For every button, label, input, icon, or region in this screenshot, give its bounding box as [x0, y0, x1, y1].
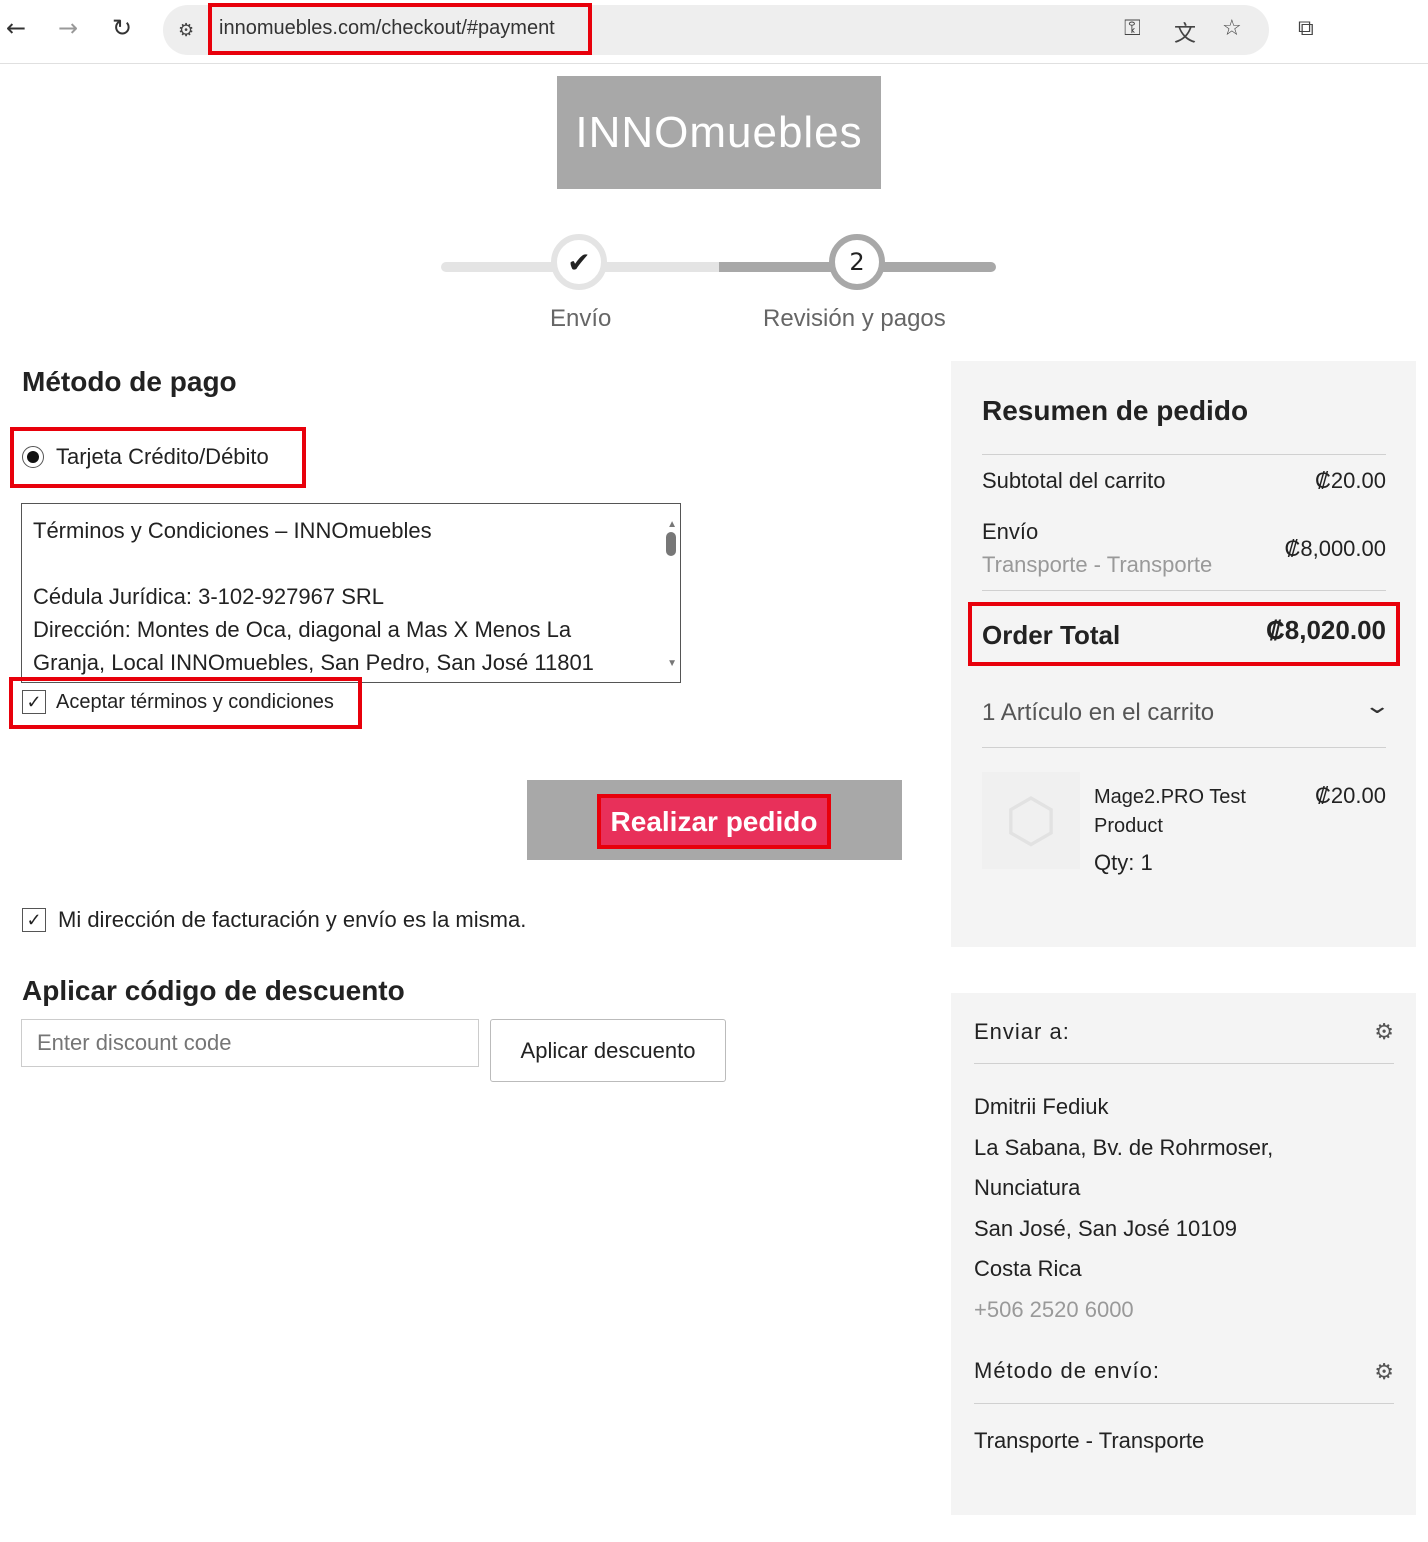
- highlight-box: [9, 677, 362, 729]
- subtotal-label: Subtotal del carrito: [982, 468, 1166, 493]
- discount-title: Aplicar código de descuento: [22, 975, 405, 1006]
- step-label-review: Revisión y pagos: [763, 305, 946, 332]
- ship-to-panel: Enviar a: ⚙ Dmitrii Fediuk La Sabana, Bv.…: [951, 993, 1416, 1515]
- gear-icon[interactable]: ⚙: [1374, 1019, 1394, 1045]
- discount-code-input[interactable]: [21, 1019, 479, 1067]
- scroll-up-icon[interactable]: ▲: [667, 508, 677, 541]
- shipping-method-value: Transporte - Transporte: [974, 1428, 1205, 1453]
- scroll-down-icon[interactable]: ▼: [667, 647, 677, 680]
- order-summary: Resumen de pedido Subtotal del carrito ₡…: [951, 361, 1416, 947]
- product-qty: Qty: 1: [1094, 850, 1153, 875]
- back-icon[interactable]: ←: [6, 14, 26, 42]
- chevron-down-icon[interactable]: ⌄: [1363, 693, 1391, 719]
- checkbox-checked-icon[interactable]: ✓: [22, 908, 46, 932]
- payment-title: Método de pago: [22, 366, 237, 397]
- highlight-box: [10, 427, 306, 488]
- product-price: ₡20.00: [1315, 783, 1386, 808]
- step-label-shipping[interactable]: Envío: [550, 305, 611, 333]
- terms-box[interactable]: Términos y Condiciones – INNOmuebles Céd…: [21, 503, 681, 683]
- subtotal-value: ₡20.00: [1315, 468, 1386, 493]
- gear-icon[interactable]: ⚙: [1374, 1359, 1394, 1385]
- product-image-placeholder-icon: ⬡: [982, 772, 1080, 869]
- shipping-method: Transporte - Transporte: [982, 552, 1213, 577]
- step-check-icon: ✔: [551, 234, 607, 290]
- ship-to-title: Enviar a:: [974, 1019, 1070, 1044]
- forward-icon[interactable]: →: [58, 14, 78, 42]
- ship-address: Dmitrii Fediuk La Sabana, Bv. de Rohrmose…: [974, 1087, 1273, 1330]
- highlight-box: [968, 602, 1400, 666]
- shipping-value: ₡8,000.00: [1284, 536, 1386, 561]
- highlight-box: [208, 3, 592, 55]
- step-number: 2: [829, 234, 885, 290]
- phone[interactable]: +506 2520 6000: [974, 1290, 1273, 1331]
- product-name: Mage2.PRO Test Product: [1094, 786, 1246, 837]
- apply-discount-button[interactable]: Aplicar descuento: [490, 1019, 726, 1082]
- place-order-label[interactable]: Realizar pedido: [597, 794, 831, 849]
- translate-icon[interactable]: 文: [1174, 16, 1196, 48]
- browser-toolbar: ← → ↻ ⚙ innomuebles.com/checkout/#paymen…: [0, 0, 1428, 64]
- same-address-checkbox[interactable]: ✓ Mi dirección de facturación y envío es…: [22, 907, 526, 933]
- cart-items-toggle[interactable]: 1 Artículo en el carrito: [982, 699, 1214, 727]
- shipping-label: Envío: [982, 519, 1039, 544]
- extensions-icon[interactable]: ⧉: [1298, 16, 1314, 41]
- site-settings-icon[interactable]: ⚙: [178, 20, 194, 41]
- password-key-icon[interactable]: ⚿: [1124, 16, 1141, 41]
- shipping-method-title: Método de envío:: [974, 1358, 1161, 1383]
- reload-icon[interactable]: ↻: [112, 14, 132, 42]
- logo[interactable]: INNOmuebles: [557, 76, 881, 189]
- bookmark-star-icon[interactable]: ☆: [1222, 16, 1242, 41]
- summary-title: Resumen de pedido: [982, 395, 1249, 426]
